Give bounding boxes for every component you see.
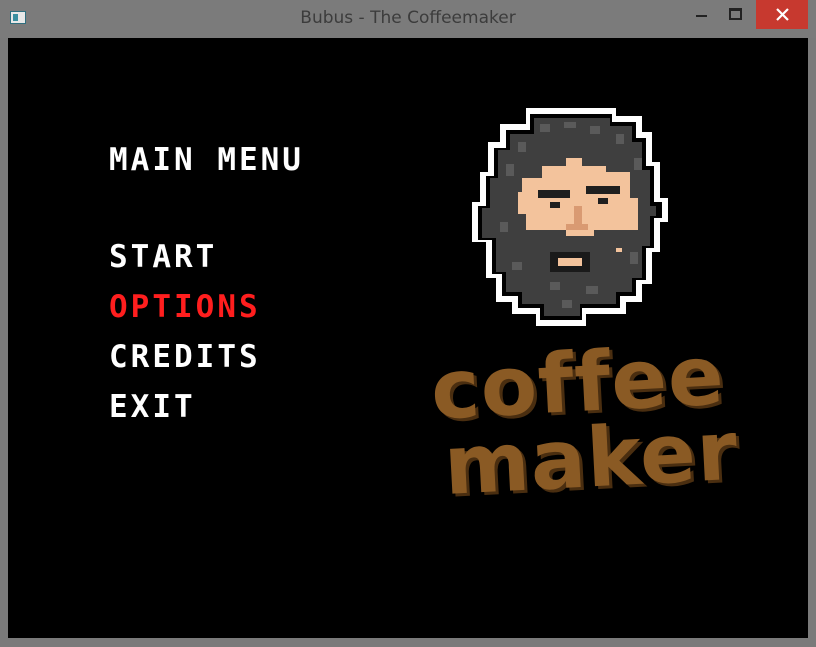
close-icon	[776, 8, 789, 21]
game-logo-text: coffee maker	[424, 328, 741, 515]
main-menu-heading: MAIN MENU	[109, 142, 304, 178]
game-window: Bubus - The Coffeemaker MAIN MENU START …	[0, 0, 816, 647]
close-button[interactable]	[756, 0, 808, 29]
minimize-button[interactable]	[684, 0, 718, 29]
menu-item-exit[interactable]: EXIT	[109, 389, 196, 425]
title-bar[interactable]: Bubus - The Coffeemaker	[0, 0, 816, 38]
logo-word-maker: maker	[441, 403, 741, 515]
maximize-button[interactable]	[718, 0, 752, 29]
bearded-face-icon	[472, 108, 668, 326]
menu-item-options[interactable]: OPTIONS	[109, 289, 261, 325]
game-viewport: MAIN MENU START OPTIONS CREDITS EXIT cof…	[8, 38, 808, 638]
menu-item-start[interactable]: START	[109, 239, 217, 275]
menu-item-credits[interactable]: CREDITS	[109, 339, 261, 375]
